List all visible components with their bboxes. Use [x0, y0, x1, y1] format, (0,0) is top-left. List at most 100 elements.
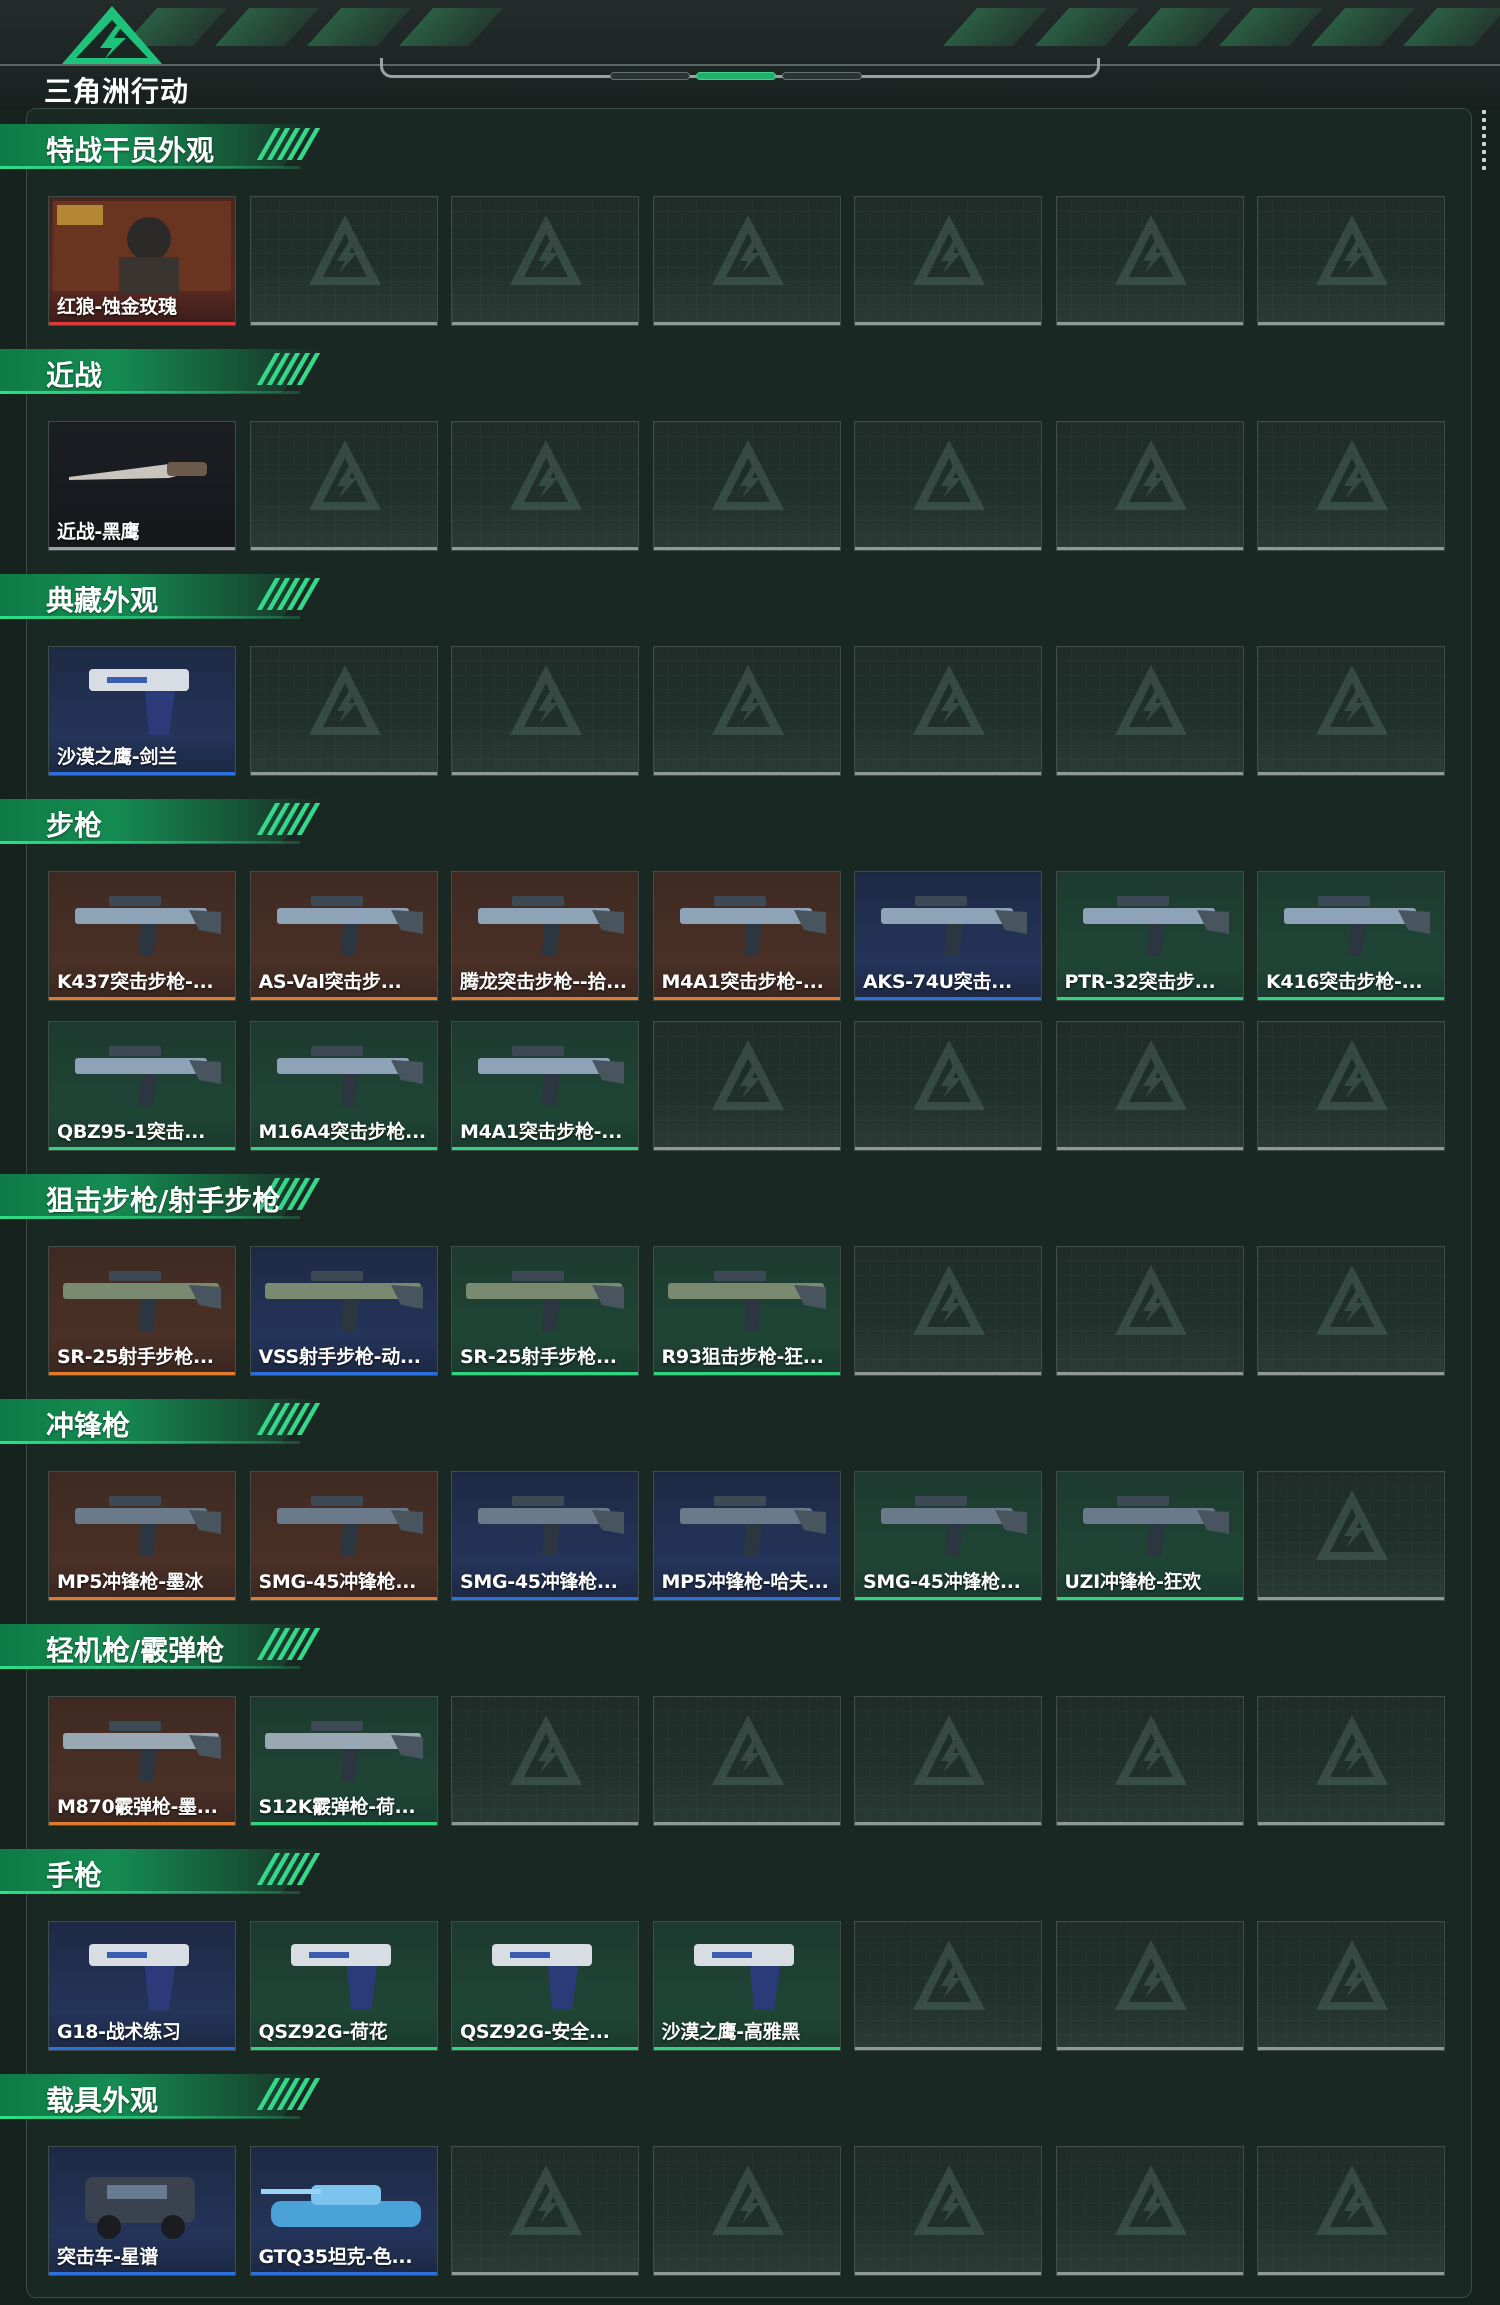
section-6: 轻机枪/霰弹枪 M870霰弹枪-墨... S12K霰弹枪-荷...	[0, 1612, 1500, 1837]
rarity-bar	[452, 997, 638, 1000]
item-card[interactable]: M4A1突击步枪-...	[451, 1021, 639, 1151]
empty-slot-logo-icon	[1114, 440, 1187, 510]
item-card[interactable]: 沙漠之鹰-剑兰	[48, 646, 236, 776]
rarity-bar	[855, 997, 1041, 1000]
empty-slot	[652, 196, 841, 326]
item-card[interactable]: G18-战术练习	[48, 1921, 236, 2051]
item-name: 突击车-星谱	[57, 2246, 159, 2268]
empty-slot-logo-icon	[1316, 1265, 1388, 1335]
rarity-bar	[49, 547, 235, 550]
empty-slot-logo-icon	[1114, 2165, 1187, 2235]
rarity-bar	[1056, 997, 1243, 1000]
empty-slot-logo-icon	[711, 1040, 784, 1110]
empty-bar	[653, 547, 840, 550]
rarity-bar	[250, 1597, 437, 1600]
item-card[interactable]: QSZ92G-荷花	[249, 1921, 438, 2051]
item-card[interactable]: SR-25射手步枪...	[48, 1246, 236, 1376]
item-card[interactable]: S12K霰弹枪-荷...	[249, 1696, 438, 1826]
rarity-bar	[49, 772, 235, 775]
item-card[interactable]: SR-25射手步枪...	[451, 1246, 639, 1376]
section-header: 典藏外观	[0, 574, 330, 622]
empty-bar	[452, 1822, 638, 1825]
item-card[interactable]: SMG-45冲锋枪...	[249, 1471, 438, 1601]
empty-bar	[452, 772, 638, 775]
rarity-bar	[250, 2047, 437, 2050]
empty-bar	[855, 322, 1041, 325]
section-7: 手枪 G18-战术练习 QSZ92G-荷花 QSZ92G-安全... 沙漠之鹰-高雅黑	[0, 1837, 1500, 2062]
empty-slot	[249, 646, 438, 776]
empty-slot	[1257, 421, 1445, 551]
empty-slot	[854, 1696, 1042, 1826]
item-name: 沙漠之鹰-高雅黑	[661, 2021, 801, 2043]
item-name: MP5冲锋枪-哈夫...	[661, 1571, 829, 1593]
rarity-bar	[49, 2272, 235, 2275]
item-card[interactable]: K437突击步枪-...	[48, 871, 236, 1001]
item-card[interactable]: PTR-32突击步...	[1055, 871, 1244, 1001]
smg-icon	[478, 1496, 624, 1556]
item-name: S12K霰弹枪-荷...	[258, 1796, 416, 1818]
item-card[interactable]: M4A1突击步枪-...	[652, 871, 841, 1001]
item-card[interactable]: 近战-黑鹰	[48, 421, 236, 551]
item-card[interactable]: 红狼-蚀金玫瑰	[48, 196, 236, 326]
item-name: M4A1突击步枪-...	[661, 971, 824, 993]
empty-bar	[1056, 322, 1243, 325]
empty-slot-logo-icon	[1114, 1265, 1187, 1335]
item-card[interactable]: 腾龙突击步枪--拾...	[451, 871, 639, 1001]
item-card[interactable]: 沙漠之鹰-高雅黑	[652, 1921, 841, 2051]
item-card[interactable]: K416突击步枪-...	[1257, 871, 1445, 1001]
item-card[interactable]: MP5冲锋枪-哈夫...	[652, 1471, 841, 1601]
empty-bar	[250, 547, 437, 550]
rarity-bar	[452, 1372, 638, 1375]
rarity-bar	[1056, 1597, 1243, 1600]
item-card[interactable]: R93狙击步枪-狂...	[652, 1246, 841, 1376]
empty-bar	[1258, 1597, 1444, 1600]
empty-slot-logo-icon	[711, 665, 784, 735]
item-card[interactable]: AKS-74U突击...	[854, 871, 1042, 1001]
empty-slot-logo-icon	[1316, 1040, 1388, 1110]
item-card[interactable]: QSZ92G-安全...	[451, 1921, 639, 2051]
empty-slot	[1055, 646, 1244, 776]
item-card[interactable]: M870霰弹枪-墨...	[48, 1696, 236, 1826]
item-card[interactable]: SMG-45冲锋枪...	[854, 1471, 1042, 1601]
section-0: 特战干员外观红狼-蚀金玫瑰	[0, 112, 1500, 337]
vehicle-icon	[85, 2177, 195, 2239]
item-name: AS-Val突击步...	[258, 971, 402, 993]
rarity-bar	[250, 1147, 437, 1150]
empty-bar	[653, 772, 840, 775]
item-card[interactable]: VSS射手步枪-动...	[249, 1246, 438, 1376]
item-name: M870霰弹枪-墨...	[57, 1796, 218, 1818]
item-card[interactable]: 突击车-星谱	[48, 2146, 236, 2276]
item-card[interactable]: SMG-45冲锋枪...	[451, 1471, 639, 1601]
empty-slot	[1257, 1921, 1445, 2051]
empty-bar	[452, 322, 638, 325]
empty-slot	[1257, 1696, 1445, 1826]
empty-slot	[854, 2146, 1042, 2276]
section-header: 特战干员外观	[0, 124, 330, 172]
empty-slot	[652, 2146, 841, 2276]
empty-bar	[1056, 547, 1243, 550]
empty-slot-logo-icon	[913, 1265, 985, 1335]
item-card[interactable]: MP5冲锋枪-墨冰	[48, 1471, 236, 1601]
empty-bar	[653, 2272, 840, 2275]
empty-slot-logo-icon	[1114, 665, 1187, 735]
item-card[interactable]: QBZ95-1突击...	[48, 1021, 236, 1151]
rarity-bar	[49, 1597, 235, 1600]
item-card[interactable]: UZI冲锋枪-狂欢	[1055, 1471, 1244, 1601]
item-card[interactable]: AS-Val突击步...	[249, 871, 438, 1001]
item-card[interactable]: M16A4突击步枪...	[249, 1021, 438, 1151]
item-name: SR-25射手步枪...	[460, 1346, 617, 1368]
empty-slot	[451, 1696, 639, 1826]
empty-bar	[1056, 2272, 1243, 2275]
rarity-bar	[250, 1822, 437, 1825]
rifle-icon	[1284, 896, 1430, 956]
empty-bar	[1258, 2047, 1444, 2050]
page-dot	[782, 72, 862, 80]
pistol-icon	[89, 1944, 189, 2010]
empty-bar	[1258, 322, 1444, 325]
empty-slot	[1055, 1021, 1244, 1151]
empty-slot	[854, 1021, 1042, 1151]
empty-bar	[1056, 1372, 1243, 1375]
item-card[interactable]: GTQ35坦克-色...	[249, 2146, 438, 2276]
empty-slot-logo-icon	[510, 665, 582, 735]
empty-bar	[855, 1822, 1041, 1825]
